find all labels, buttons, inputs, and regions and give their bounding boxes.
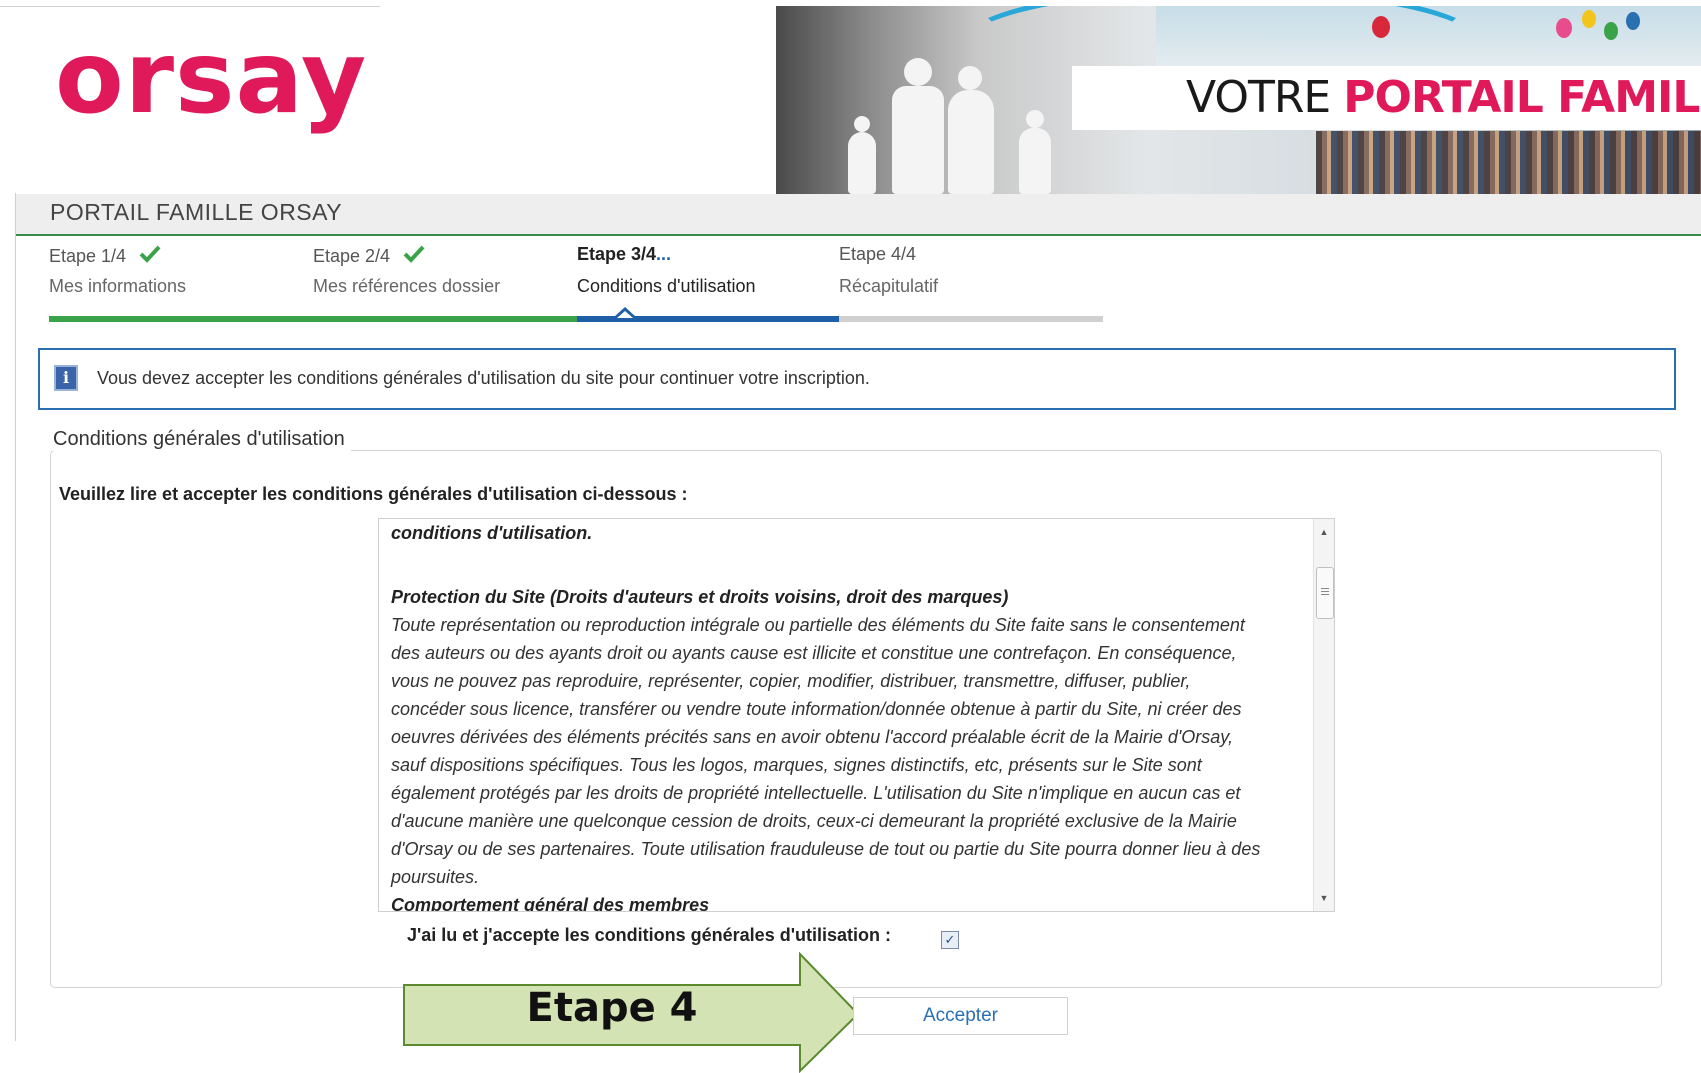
balloon [1556,18,1572,38]
accept-terms-label: J'ai lu et j'accepte les conditions géné… [407,925,891,945]
step-2-number: Etape 2/4 [313,246,391,266]
step-4-label: Récapitulatif [839,276,939,296]
terms-line: également protégés par les droits de pro… [391,783,1241,803]
step-1-number: Etape 1/4 [49,246,127,266]
info-icon: i [54,365,78,391]
scrollbar-thumb[interactable] [1316,567,1334,619]
terms-line: d'aucune manière une quelconque cession … [391,811,1237,831]
banner-title-part1: VOTRE [1186,72,1344,123]
accept-terms-checkbox[interactable]: ✓ [941,931,959,949]
family-figure-3 [848,132,876,194]
fieldset-legend: Conditions générales d'utilisation [53,428,351,451]
progress-done [49,316,577,322]
banner-title: VOTRE PORTAIL FAMILLE [1072,66,1701,130]
check-icon [139,245,161,263]
scroll-down-arrow-icon[interactable]: ▼ [1314,889,1334,907]
step-1: Etape 1/4 Mes informations [49,244,186,296]
terms-intro-heading: conditions d'utilisation. [391,523,593,543]
current-step-pointer-inner [617,311,633,318]
step-4: Etape 4/4 Récapitulatif [839,244,938,296]
check-icon [403,245,425,263]
step-2-label: Mes références dossier [313,276,501,296]
info-message-box: i Vous devez accepter les conditions gén… [38,348,1676,410]
orsay-logo[interactable]: orsay [55,28,367,128]
family-figure-2 [948,90,994,194]
terms-line: Toute représentation ou reproduction int… [391,615,1245,635]
terms-line: d'Orsay ou de ses partenaires. Toute uti… [391,839,1261,859]
family-figure-1 [892,86,944,194]
step-3: Etape 3/4... Conditions d'utilisation [577,244,756,296]
page-title-bar: PORTAIL FAMILLE ORSAY [16,194,1701,236]
balloon [1372,16,1390,38]
balloon [1582,10,1596,28]
page-title: PORTAIL FAMILLE ORSAY [50,199,343,225]
balloon [1604,22,1618,40]
terms-line: des auteurs ou des ayants droit ou ayant… [391,643,1237,663]
banner-title-part2: PORTAIL FAMILLE [1343,72,1701,123]
terms-instruction: Veuillez lire et accepter les conditions… [59,484,688,504]
step-3-label: Conditions d'utilisation [577,276,756,296]
terms-line: poursuites. [391,867,480,887]
header-top-rule [0,6,380,7]
terms-section2-heading: Comportement général des membres [391,895,710,912]
step-3-dots: ... [656,244,672,264]
terms-line: vous ne pouvez pas reproduire, représent… [391,671,1191,691]
banner-crowd [1316,131,1701,194]
annotation-arrow-text: Etape 4 [526,985,698,1031]
step-4-number: Etape 4/4 [839,244,917,264]
info-message-text: Vous devez accepter les conditions génér… [97,368,870,388]
family-figure-4 [1019,128,1051,194]
progress-pending [839,316,1103,322]
family-head-1 [904,58,932,86]
step-2: Etape 2/4 Mes références dossier [313,244,500,296]
terms-line: oeuvres dérivées des éléments précités s… [391,727,1233,747]
terms-section1-heading: Protection du Site (Droits d'auteurs et … [391,587,1009,607]
terms-line: sauf dispositions spécifiques. Tous les … [391,755,1202,775]
terms-content: conditions d'utilisation. Protection du … [391,519,1291,912]
family-head-3 [854,116,870,132]
balloon [1626,12,1640,30]
terms-text-area[interactable]: conditions d'utilisation. Protection du … [378,518,1335,912]
scroll-up-arrow-icon[interactable]: ▲ [1314,523,1334,541]
family-head-4 [1026,110,1044,128]
family-head-2 [958,66,982,90]
terms-spacer [391,547,1291,583]
terms-scrollbar[interactable]: ▲ ▼ [1313,519,1334,911]
step-3-number: Etape 3/4 [577,244,657,264]
accept-button[interactable]: Accepter [853,997,1068,1035]
step-1-label: Mes informations [49,276,187,296]
terms-line: concéder sous licence, transférer ou ven… [391,699,1242,719]
